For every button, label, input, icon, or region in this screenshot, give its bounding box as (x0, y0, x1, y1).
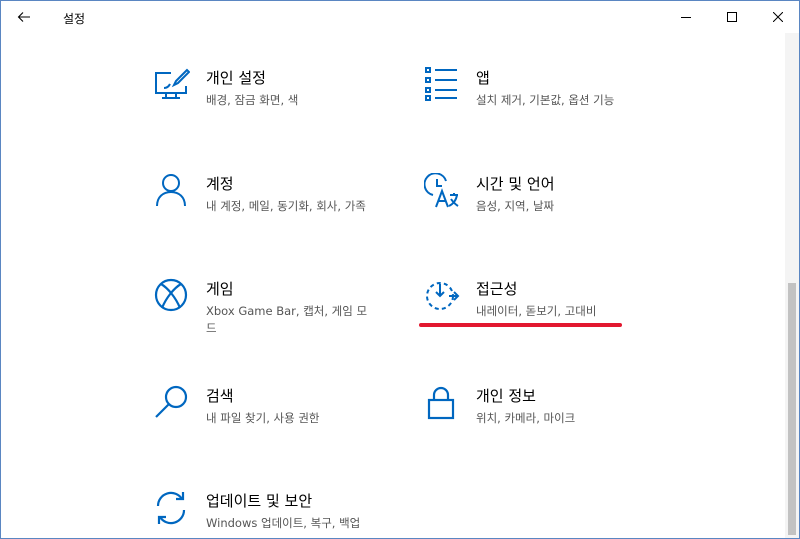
tile-description: 설치 제거, 기본값, 옵션 기능 (476, 93, 615, 107)
tile-description: 내레이터, 돋보기, 고대비 (476, 304, 597, 318)
tile-name: 게임 (206, 280, 234, 298)
xbox-icon (154, 278, 188, 312)
back-arrow-icon (17, 12, 30, 22)
tile-description: 위치, 카메라, 마이크 (476, 411, 576, 425)
settings-grid: 개인 설정 배경, 잠금 화면, 색 앱 설치 제거, 기본값, 옵션 기능 계… (1, 33, 785, 538)
tile-description: 배경, 잠금 화면, 색 (206, 93, 299, 107)
window-title: 설정 (63, 12, 86, 26)
tile-name: 업데이트 및 보안 (206, 492, 313, 510)
minimize-icon (681, 17, 691, 18)
maximize-button[interactable] (709, 1, 755, 33)
tile-name: 검색 (206, 387, 234, 405)
tile-ease-of-access[interactable]: 접근성 내레이터, 돋보기, 고대비 (424, 278, 684, 348)
apps-icon (425, 67, 457, 101)
lock-icon (427, 386, 455, 420)
tile-apps[interactable]: 앱 설치 제거, 기본값, 옵션 기능 (424, 67, 684, 137)
scrollbar-thumb[interactable] (788, 283, 796, 535)
close-button[interactable] (755, 1, 799, 33)
title-bar: 설정 (1, 1, 799, 33)
minimize-button[interactable] (663, 1, 709, 33)
tile-name: 개인 설정 (206, 69, 266, 87)
tile-name: 시간 및 언어 (476, 175, 555, 193)
tile-description: 내 계정, 메일, 동기화, 회사, 가족 (206, 199, 366, 213)
maximize-icon (727, 12, 737, 22)
highlight-underline (419, 323, 622, 327)
search-icon (155, 385, 188, 418)
tile-description: Windows 업데이트, 복구, 백업 (206, 516, 361, 530)
settings-window: 설정 개인 설정 배경, 잠금 화면, 색 앱 설치 제거, 기본값, 옵션 기… (0, 0, 800, 539)
tile-name: 개인 정보 (476, 387, 536, 405)
tile-description: 내 파일 찾기, 사용 권한 (206, 411, 320, 425)
tile-name: 계정 (206, 175, 234, 193)
tile-description: Xbox Game Bar, 캡처, 게임 모드 (206, 304, 368, 335)
tile-name: 접근성 (476, 280, 518, 298)
tile-name: 앱 (476, 69, 490, 87)
tile-update-security[interactable]: 업데이트 및 보안 Windows 업데이트, 복구, 백업 (154, 490, 414, 538)
close-icon (773, 12, 783, 22)
back-button[interactable] (1, 1, 47, 33)
personalization-icon (155, 68, 190, 99)
tile-gaming[interactable]: 게임 Xbox Game Bar, 캡처, 게임 모드 (154, 278, 414, 348)
account-icon (156, 174, 186, 207)
tile-personalization[interactable]: 개인 설정 배경, 잠금 화면, 색 (154, 67, 414, 137)
time-language-icon (424, 173, 459, 208)
ease-of-access-icon (426, 282, 460, 310)
tile-time-language[interactable]: 시간 및 언어 음성, 지역, 날짜 (424, 173, 684, 243)
tile-description: 음성, 지역, 날짜 (476, 199, 555, 213)
update-icon (156, 491, 186, 525)
tile-search[interactable]: 검색 내 파일 찾기, 사용 권한 (154, 385, 414, 455)
vertical-scrollbar[interactable] (785, 33, 799, 538)
tile-accounts[interactable]: 계정 내 계정, 메일, 동기화, 회사, 가족 (154, 173, 414, 243)
tile-privacy[interactable]: 개인 정보 위치, 카메라, 마이크 (424, 385, 684, 455)
